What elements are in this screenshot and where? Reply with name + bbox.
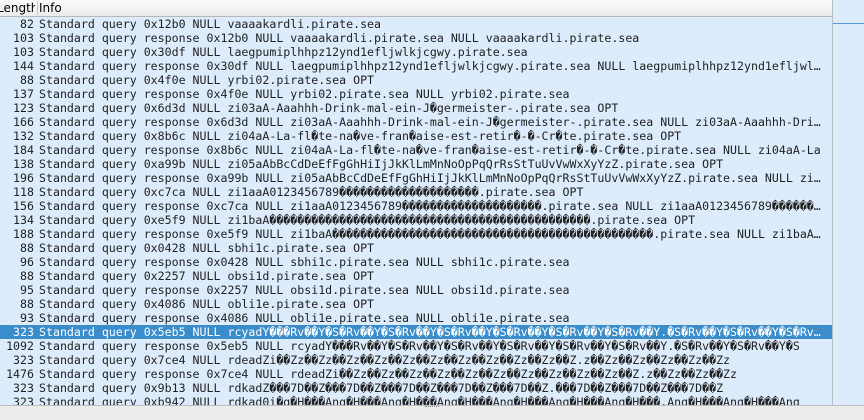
packet-length: 323: [13, 325, 34, 339]
packet-info: Standard query response 0x5eb5 NULL rcya…: [39, 339, 800, 353]
packet-info: Standard query response 0xe5f9 NULL zi1b…: [39, 227, 826, 241]
packet-row[interactable]: 144 Standard query response 0x30df NULL l…: [0, 59, 832, 73]
packet-row[interactable]: 134 Standard query 0xe5f9 NULL zi1baA����…: [0, 213, 832, 227]
packet-info: Standard query 0x12b0 NULL vaaaakardli.p…: [39, 17, 382, 31]
packet-row[interactable]: 82 Standard query 0x12b0 NULL vaaaakardli…: [0, 17, 832, 31]
packet-length: 82: [20, 17, 34, 31]
packet-info: Standard query response 0x30df NULL laeg…: [39, 59, 826, 73]
packet-row[interactable]: 138 Standard query 0xa99b NULL zi05aAbBcC…: [0, 157, 832, 171]
packet-row[interactable]: 88 Standard query 0x4086 NULL obli1e.pira…: [0, 297, 832, 311]
column-header-length[interactable]: Length: [0, 0, 35, 16]
packet-info: Standard query response 0x8b6c NULL zi04…: [39, 143, 821, 157]
packet-length: 156: [13, 199, 34, 213]
packet-length: 93: [20, 311, 34, 325]
packet-length: 132: [13, 129, 34, 143]
packet-info: Standard query response 0x0428 NULL sbhi…: [39, 255, 570, 269]
packet-row[interactable]: 93 Standard query response 0x4086 NULL ob…: [0, 311, 832, 325]
packet-length: 96: [20, 255, 34, 269]
packet-row[interactable]: 1476 Standard query response 0x7ce4 NULL …: [0, 367, 832, 381]
packet-info: Standard query 0xb942 NULL rdkad0i�g�H��…: [39, 395, 800, 405]
packet-length: 323: [13, 353, 34, 367]
packet-row[interactable]: 184 Standard query response 0x8b6c NULL z…: [0, 143, 832, 157]
packet-row[interactable]: 88 Standard query 0x0428 NULL sbhi1c.pira…: [0, 241, 832, 255]
packet-length: 123: [13, 101, 34, 115]
packet-length: 88: [20, 73, 34, 87]
packet-info: Standard query response 0xc7ca NULL zi1a…: [39, 199, 826, 213]
packet-info: Standard query 0x9b13 NULL rdkadZ���7D��…: [39, 381, 724, 395]
scrollbar-thumb[interactable]: [833, 0, 864, 24]
packet-row[interactable]: 96 Standard query response 0x0428 NULL sb…: [0, 255, 832, 269]
vertical-scrollbar[interactable]: [832, 0, 864, 405]
packet-length: 144: [13, 59, 34, 73]
packet-row[interactable]: 1092 Standard query response 0x5eb5 NULL …: [0, 339, 832, 353]
packet-info: Standard query 0x30df NULL laegpumiplhhp…: [39, 45, 528, 59]
packet-info: Standard query response 0x4086 NULL obli…: [39, 311, 570, 325]
packet-info: Standard query 0x0428 NULL sbhi1c.pirate…: [39, 241, 375, 255]
packet-info: Standard query 0x5eb5 NULL rcyadY���Rv��…: [39, 325, 826, 339]
packet-info: Standard query response 0x12b0 NULL vaaa…: [39, 31, 640, 45]
packet-row[interactable]: 132 Standard query 0x8b6c NULL zi04aA-La-…: [0, 129, 832, 143]
packet-row[interactable]: 166 Standard query response 0x6d3d NULL z…: [0, 115, 832, 129]
packet-info: Standard query response 0x7ce4 NULL rdea…: [39, 367, 738, 381]
packet-length: 103: [13, 45, 34, 59]
packet-length: 88: [20, 297, 34, 311]
packet-length: 138: [13, 157, 34, 171]
packet-row[interactable]: 196 Standard query response 0xa99b NULL z…: [0, 171, 832, 185]
column-divider[interactable]: [37, 1, 38, 15]
packet-row[interactable]: 103 Standard query 0x30df NULL laegpumipl…: [0, 45, 832, 59]
packet-length: 134: [13, 213, 34, 227]
splitter-grip-icon: [425, 406, 439, 410]
packet-length: 103: [13, 31, 34, 45]
packet-info: Standard query response 0xa99b NULL zi05…: [39, 171, 826, 185]
packet-row[interactable]: 156 Standard query response 0xc7ca NULL z…: [0, 199, 832, 213]
packet-row[interactable]: 323 Standard query 0x9b13 NULL rdkadZ���7…: [0, 381, 832, 395]
packet-row[interactable]: 323 Standard query 0xb942 NULL rdkad0i�g�…: [0, 395, 832, 405]
packet-info: Standard query response 0x2257 NULL obsi…: [39, 283, 570, 297]
packet-row[interactable]: 123 Standard query 0x6d3d NULL zi03aA-Aaa…: [0, 101, 832, 115]
packet-row[interactable]: 188 Standard query response 0xe5f9 NULL z…: [0, 227, 832, 241]
packet-info: Standard query 0x7ce4 NULL rdeadZi��Zz��…: [39, 353, 731, 367]
packet-info: Standard query response 0x6d3d NULL zi03…: [39, 115, 826, 129]
packet-list: 82 Standard query 0x12b0 NULL vaaaakardli…: [0, 17, 832, 405]
packet-info: Standard query response 0x4f0e NULL yrbi…: [39, 87, 570, 101]
packet-length: 188: [13, 227, 34, 241]
packet-row[interactable]: 88 Standard query 0x4f0e NULL yrbi02.pira…: [0, 73, 832, 87]
column-header: Length Info: [0, 0, 832, 17]
packet-length: 88: [20, 241, 34, 255]
packet-info: Standard query 0xe5f9 NULL zi1baA�������…: [39, 213, 696, 227]
packet-info: Standard query 0x2257 NULL obsi1d.pirate…: [39, 269, 375, 283]
packet-row[interactable]: 137 Standard query response 0x4f0e NULL y…: [0, 87, 832, 101]
packet-length: 88: [20, 269, 34, 283]
column-header-info[interactable]: Info: [39, 0, 62, 16]
packet-length: 137: [13, 87, 34, 101]
packet-info: Standard query 0x4086 NULL obli1e.pirate…: [39, 297, 375, 311]
packet-length: 1476: [6, 367, 34, 381]
packet-length: 1092: [6, 339, 34, 353]
packet-length: 166: [13, 115, 34, 129]
packet-length: 196: [13, 171, 34, 185]
packet-row[interactable]: 103 Standard query response 0x12b0 NULL v…: [0, 31, 832, 45]
packet-row[interactable]: 88 Standard query 0x2257 NULL obsi1d.pira…: [0, 269, 832, 283]
pane-splitter[interactable]: [0, 405, 864, 420]
packet-info: Standard query 0x6d3d NULL zi03aA-Aaahhh…: [39, 101, 619, 115]
packet-row[interactable]: 95 Standard query response 0x2257 NULL ob…: [0, 283, 832, 297]
packet-length: 323: [13, 381, 34, 395]
packet-row[interactable]: 323 Standard query 0x7ce4 NULL rdeadZi��Z…: [0, 353, 832, 367]
packet-row[interactable]: 323 Standard query 0x5eb5 NULL rcyadY���R…: [0, 325, 832, 339]
packet-info: Standard query 0xa99b NULL zi05aAbBcCdDe…: [39, 157, 724, 171]
packet-info: Standard query 0x4f0e NULL yrbi02.pirate…: [39, 73, 375, 87]
packet-length: 184: [13, 143, 34, 157]
packet-length: 118: [13, 185, 34, 199]
packet-info: Standard query 0xc7ca NULL zi1aaA0123456…: [39, 185, 584, 199]
packet-row[interactable]: 118 Standard query 0xc7ca NULL zi1aaA0123…: [0, 185, 832, 199]
packet-info: Standard query 0x8b6c NULL zi04aA-La-fl�…: [39, 129, 682, 143]
packet-length: 323: [13, 395, 34, 405]
packet-length: 95: [20, 283, 34, 297]
